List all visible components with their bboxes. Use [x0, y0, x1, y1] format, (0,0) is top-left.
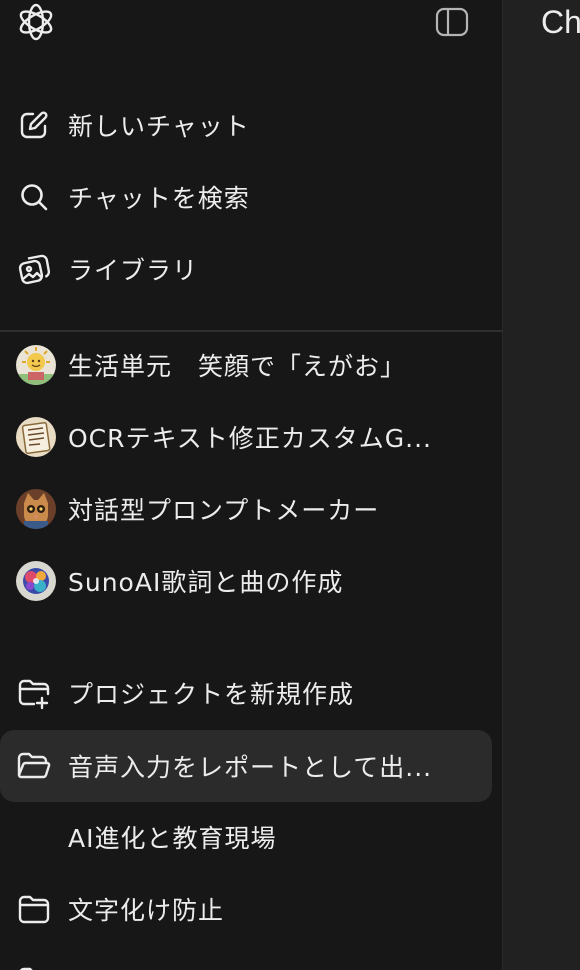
library-icon: [16, 251, 52, 287]
divider: [0, 330, 502, 332]
library-button[interactable]: ライブラリ: [0, 237, 492, 301]
sidebar: 新しいチャット チャットを検索 ライブラリ 生活単元 笑顔で「えがお」 OCRテ…: [0, 0, 502, 970]
new-chat-button[interactable]: 新しいチャット: [0, 93, 492, 157]
new-chat-label: 新しいチャット: [68, 112, 250, 141]
project-label: 文字化け防止: [68, 896, 225, 925]
gpt-item[interactable]: 対話型プロンプトメーカー: [0, 477, 492, 541]
new-project-label: プロジェクトを新規作成: [68, 680, 355, 709]
gpt-avatar-sun-icon: [16, 345, 56, 385]
folder-icon: [16, 891, 52, 927]
gpt-avatar-colorful-icon: [16, 561, 56, 601]
sidebar-toggle-icon[interactable]: [434, 6, 470, 38]
library-label: ライブラリ: [68, 256, 199, 285]
new-project-button[interactable]: プロジェクトを新規作成: [0, 661, 492, 725]
project-item-active[interactable]: 音声入力をレポートとして出...: [0, 730, 492, 802]
project-label: 音声入力をレポートとして出...: [68, 753, 433, 782]
gpt-item[interactable]: SunoAI歌詞と曲の作成: [0, 549, 492, 613]
search-chats-label: チャットを検索: [68, 184, 250, 213]
project-item-partial[interactable]: [0, 949, 492, 970]
main-panel: Ch: [502, 0, 580, 970]
project-item[interactable]: 文字化け防止: [0, 877, 492, 941]
folder-icon: [16, 963, 52, 970]
gpt-item[interactable]: 生活単元 笑顔で「えがお」: [0, 333, 492, 397]
main-title[interactable]: Ch: [541, 4, 580, 41]
gpt-label: 対話型プロンプトメーカー: [68, 496, 380, 525]
gpt-label: SunoAI歌詞と曲の作成: [68, 568, 344, 597]
search-chats-button[interactable]: チャットを検索: [0, 165, 492, 229]
search-icon: [16, 179, 52, 215]
gpt-label: OCRテキスト修正カスタムG...: [68, 424, 432, 453]
folder-plus-icon: [16, 675, 52, 711]
edit-icon: [16, 107, 52, 143]
openai-logo-icon[interactable]: [14, 0, 58, 44]
gpt-label: 生活単元 笑顔で「えがお」: [68, 352, 407, 381]
gpt-avatar-cat-icon: [16, 489, 56, 529]
gpt-item[interactable]: OCRテキスト修正カスタムG...: [0, 405, 492, 469]
folder-open-icon: [16, 748, 52, 784]
project-item[interactable]: AI進化と教育現場: [0, 805, 492, 869]
project-label: AI進化と教育現場: [68, 824, 277, 853]
gpt-avatar-ocr-icon: [16, 417, 56, 457]
